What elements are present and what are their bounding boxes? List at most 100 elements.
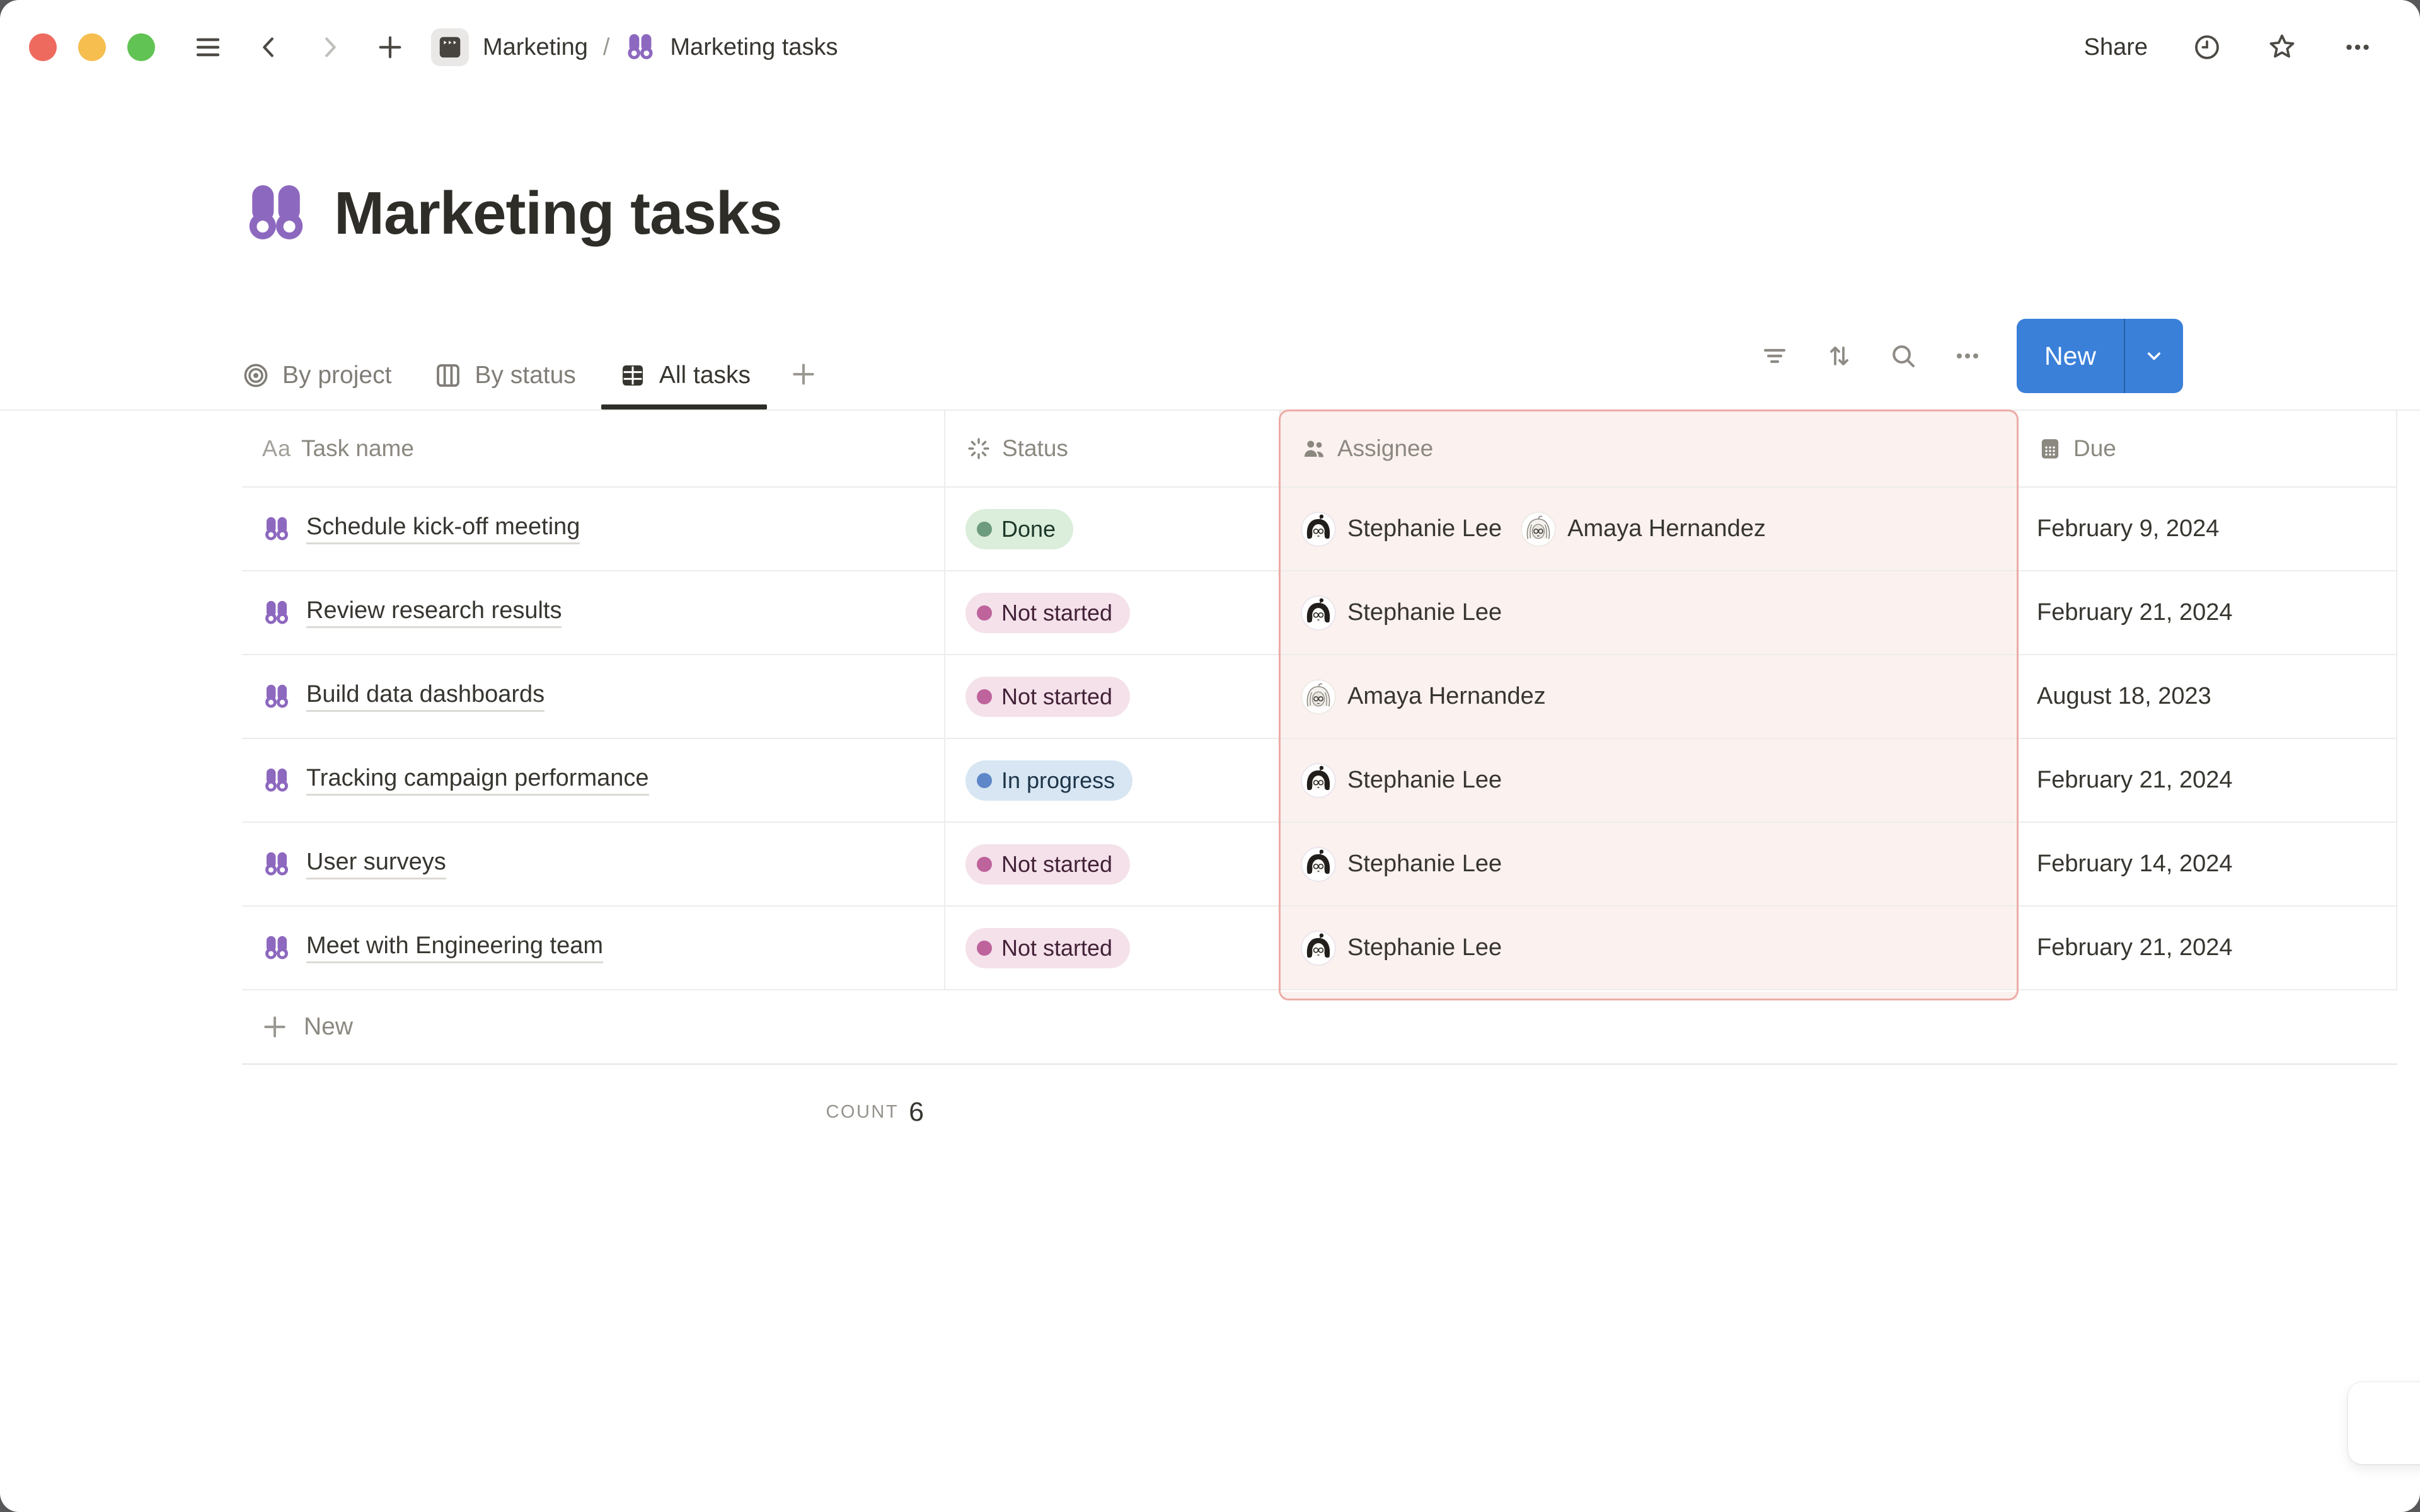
search-icon[interactable] [1888,341,1918,371]
status-cell[interactable]: Not started [945,655,1281,738]
calendar-icon [2037,435,2063,462]
new-button[interactable]: New [2017,319,2183,393]
task-name-link[interactable]: Build data dashboards [306,681,544,712]
assignee-person: Amaya Hernandez [1521,512,1766,547]
binoculars-page-icon [262,766,291,795]
assignee-cell[interactable]: Stephanie Lee [1281,739,2017,822]
new-button-dropdown[interactable] [2124,319,2183,393]
table-icon [618,360,648,391]
back-icon[interactable] [255,33,284,62]
view-options-icon[interactable] [1952,341,1983,371]
zoom-window-button[interactable] [127,33,155,61]
window-controls [29,33,155,61]
table-row: Build data dashboards Not started Amaya … [242,655,2397,739]
updates-clock-icon[interactable] [2192,32,2222,62]
task-name-link[interactable]: Review research results [306,597,562,628]
plus-icon [261,1013,289,1041]
column-calculation[interactable]: COUNT 6 [242,1065,945,1159]
status-cell[interactable]: Done [945,488,1281,570]
assignee-cell[interactable]: Stephanie Lee [1281,907,2017,989]
table-row: Meet with Engineering team Not started S… [242,907,2397,990]
assignee-person: Stephanie Lee [1301,847,1502,882]
breadcrumb: Marketing / Marketing tasks [431,28,838,66]
filter-icon[interactable] [1760,341,1790,371]
avatar-stephanie [1301,931,1336,966]
due-cell[interactable]: February 21, 2024 [2017,907,2397,989]
new-button-label[interactable]: New [2017,319,2124,393]
binoculars-icon [625,32,656,63]
people-icon [1301,435,1327,462]
assignee-person: Stephanie Lee [1301,931,1502,966]
tab-by-project[interactable]: By project [222,360,410,410]
new-page-icon[interactable] [376,33,405,62]
assignee-person: Amaya Hernandez [1301,679,1546,714]
page-title: Marketing tasks [334,179,782,248]
board-icon [433,360,463,391]
table-row: Schedule kick-off meeting Done Stephanie… [242,488,2397,571]
more-options-icon[interactable] [2342,32,2373,63]
status-cell[interactable]: Not started [945,823,1281,905]
assignee-cell[interactable]: Stephanie Lee [1281,571,2017,654]
due-cell[interactable]: August 18, 2023 [2017,655,2397,738]
tab-by-status[interactable]: By status [414,360,594,410]
new-row-button[interactable]: New [242,990,2397,1065]
marketing-page-icon[interactable] [431,28,469,66]
assignee-person: Stephanie Lee [1301,763,1502,798]
sort-icon[interactable] [1824,341,1854,371]
column-header-due[interactable]: Due [2017,411,2397,486]
breadcrumb-separator: / [603,34,610,61]
status-cell[interactable]: Not started [945,907,1281,989]
status-cell[interactable]: Not started [945,571,1281,654]
tab-all-tasks[interactable]: All tasks [599,360,769,410]
tasks-table: Aa Task name Status Assignee Due Schedul… [242,411,2397,1159]
assignee-person: Stephanie Lee [1301,512,1502,547]
task-cell[interactable]: Schedule kick-off meeting [242,488,945,570]
help-bubble[interactable] [2348,1382,2420,1464]
binoculars-page-icon [262,934,291,963]
due-cell[interactable]: February 21, 2024 [2017,739,2397,822]
app-window: Marketing / Marketing tasks Share Market… [0,0,2420,1512]
task-name-link[interactable]: User surveys [306,849,446,879]
binoculars-page-icon [262,598,291,627]
assignee-cell[interactable]: Stephanie Lee [1281,823,2017,905]
close-window-button[interactable] [29,33,57,61]
assignee-selection-strip [1282,992,2017,1000]
sidebar-toggle-icon[interactable] [193,32,223,62]
window-topbar: Marketing / Marketing tasks Share [0,0,2420,94]
task-cell[interactable]: Build data dashboards [242,655,945,738]
breadcrumb-current[interactable]: Marketing tasks [670,34,838,61]
add-view-button[interactable] [773,360,834,410]
table-row: Tracking campaign performance In progres… [242,739,2397,823]
plus-icon [790,360,817,388]
favorite-star-icon[interactable] [2266,32,2298,63]
task-name-link[interactable]: Tracking campaign performance [306,765,649,796]
task-cell[interactable]: Tracking campaign performance [242,739,945,822]
task-cell[interactable]: Review research results [242,571,945,654]
avatar-amaya [1521,512,1556,547]
task-name-link[interactable]: Meet with Engineering team [306,932,603,963]
task-name-link[interactable]: Schedule kick-off meeting [306,513,580,544]
due-cell[interactable]: February 21, 2024 [2017,571,2397,654]
task-cell[interactable]: User surveys [242,823,945,905]
due-cell[interactable]: February 14, 2024 [2017,823,2397,905]
status-dot [977,773,992,788]
breadcrumb-parent[interactable]: Marketing [483,34,588,61]
status-cell[interactable]: In progress [945,739,1281,822]
due-cell[interactable]: February 9, 2024 [2017,488,2397,570]
minimize-window-button[interactable] [78,33,106,61]
column-header-status[interactable]: Status [945,411,1281,486]
binoculars-page-icon [262,515,291,544]
status-dot [977,522,992,537]
assignee-cell[interactable]: Amaya Hernandez [1281,655,2017,738]
share-button[interactable]: Share [2084,34,2148,61]
column-header-assignee[interactable]: Assignee [1281,411,2017,486]
count-value: 6 [909,1097,924,1128]
page-title-binoculars-icon[interactable] [242,180,310,248]
avatar-stephanie [1301,595,1336,631]
column-header-task-name[interactable]: Aa Task name [242,411,945,486]
assignee-cell[interactable]: Stephanie Lee Amaya Hernandez [1281,488,2017,570]
task-cell[interactable]: Meet with Engineering team [242,907,945,989]
status-dot [977,941,992,956]
binoculars-page-icon [262,682,291,711]
text-type-icon: Aa [262,435,291,462]
